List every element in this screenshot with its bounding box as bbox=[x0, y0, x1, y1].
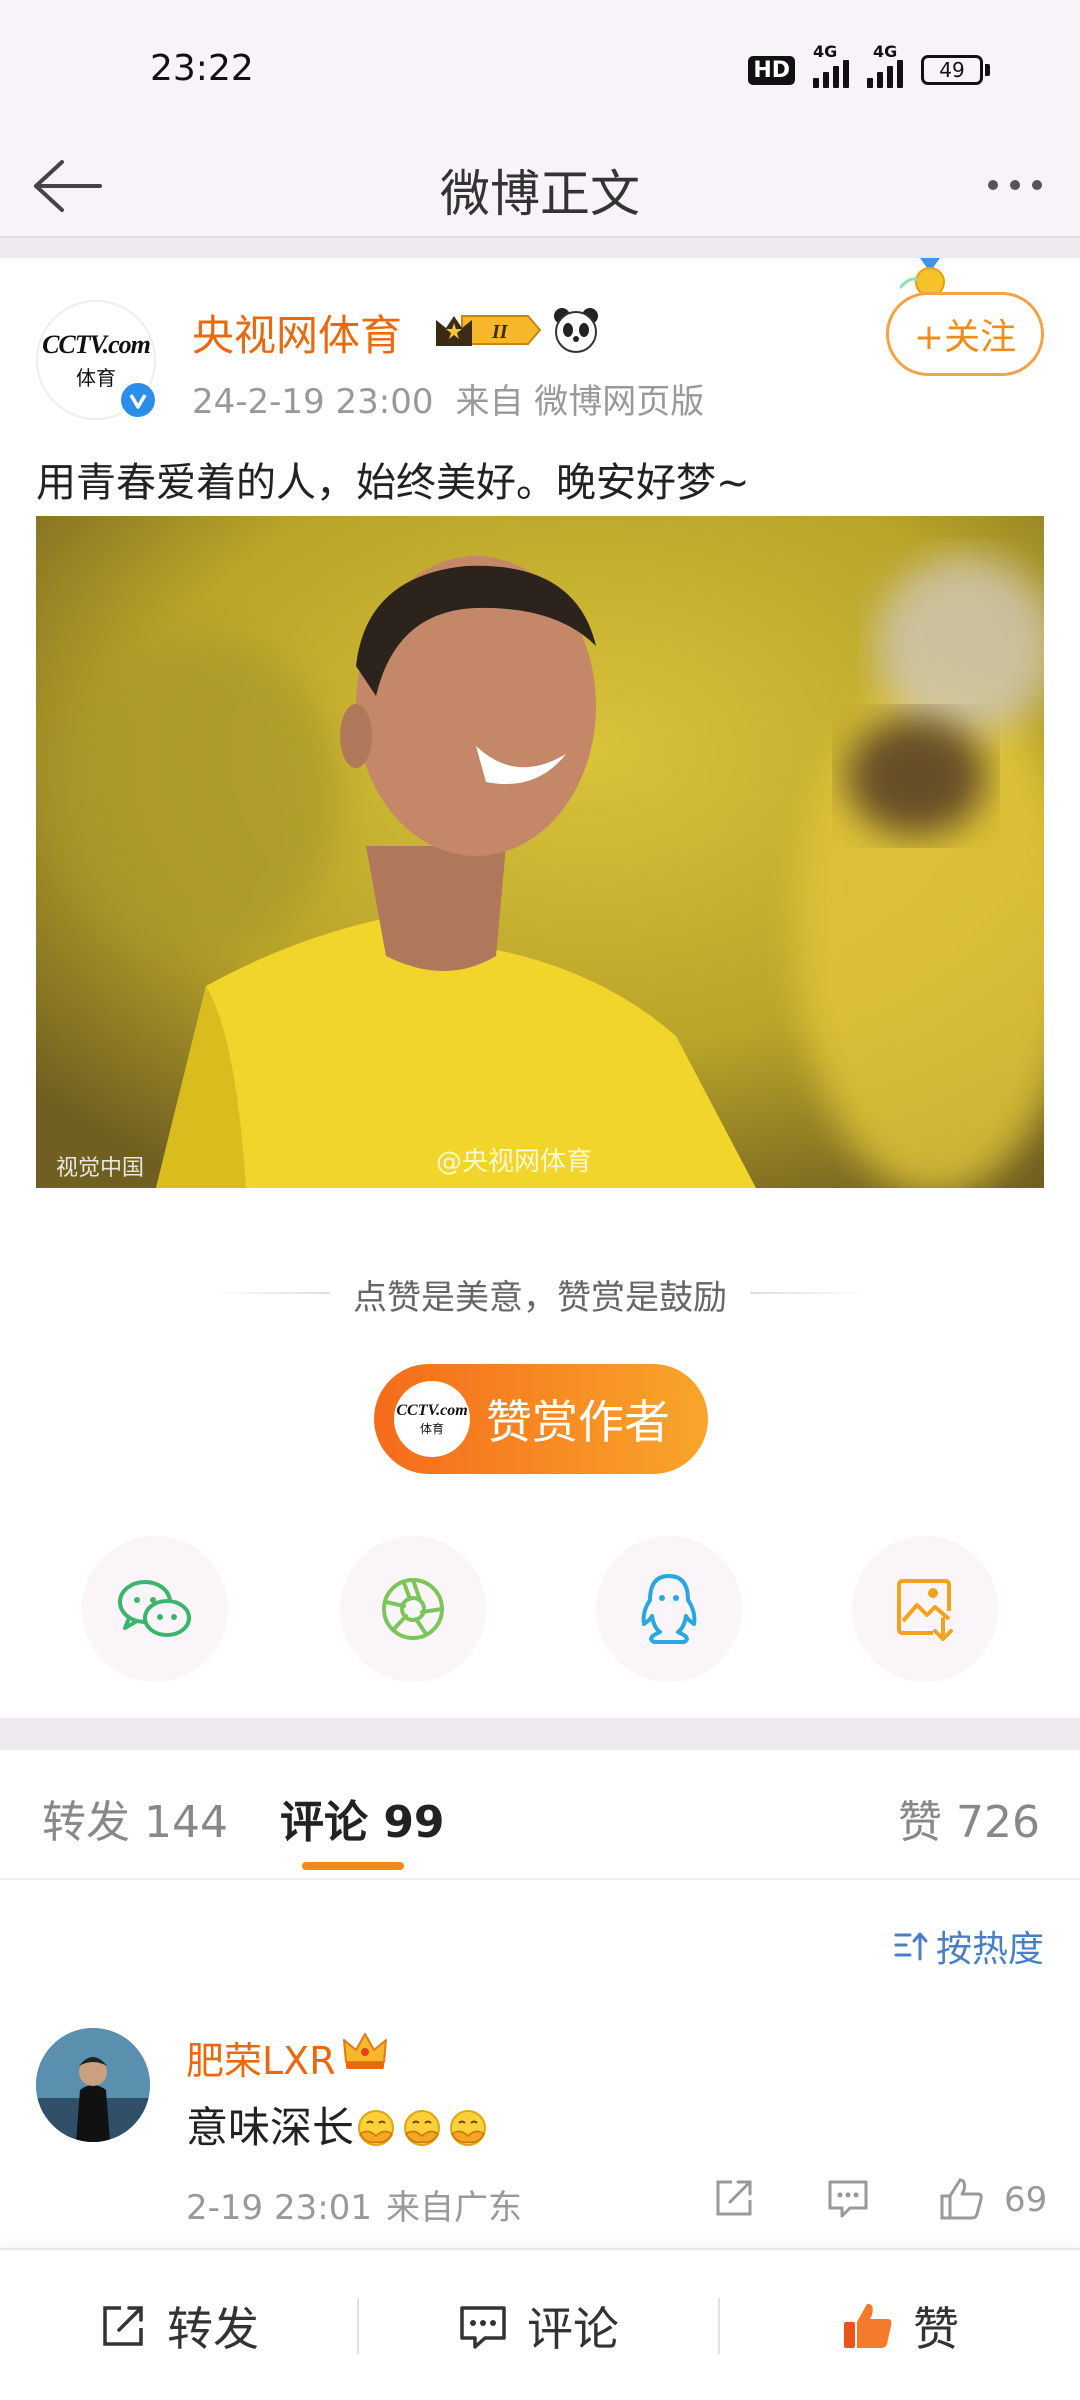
commenter-name[interactable]: 肥荣LXR bbox=[186, 2030, 336, 2085]
comment-like-button[interactable] bbox=[938, 2176, 986, 2226]
comment-body: 意味深长 bbox=[186, 2103, 355, 2152]
comment-time: 2-19 23:01 bbox=[186, 2188, 372, 2228]
follow-button[interactable]: +关注 bbox=[886, 292, 1044, 376]
comment-text: 意味深长 bbox=[186, 2094, 492, 2155]
thumbs-up-icon bbox=[844, 2303, 892, 2348]
signal-2-icon: 4G bbox=[867, 42, 903, 88]
post-text: 用青春爱着的人，始终美好。晚安好梦~ bbox=[36, 460, 750, 506]
share-row bbox=[0, 1536, 1080, 1686]
avatar-sub-label: 体育 bbox=[76, 365, 116, 390]
reward-author-button[interactable]: CCTV.com 体育 赞赏作者 bbox=[374, 1364, 708, 1474]
comment-icon bbox=[460, 2306, 506, 2349]
section-divider bbox=[0, 1718, 1080, 1750]
hd-badge: HD bbox=[748, 55, 795, 85]
vip-crown-icon bbox=[342, 2030, 388, 2072]
header-divider bbox=[0, 236, 1080, 258]
verified-icon bbox=[118, 380, 158, 420]
like-button[interactable]: 赞 bbox=[720, 2250, 1080, 2400]
tab-comments[interactable]: 评论 99 bbox=[280, 1786, 445, 1850]
qq-icon bbox=[641, 1574, 697, 1644]
status-bar: 23:22 HD 4G 4G 49 bbox=[0, 0, 1080, 130]
repost-icon bbox=[103, 2306, 143, 2346]
comment-repost-button[interactable] bbox=[712, 2176, 756, 2224]
comment-like-count: 69 bbox=[1004, 2180, 1048, 2220]
battery-level: 49 bbox=[921, 55, 983, 85]
vip-level-icon: II bbox=[432, 310, 542, 350]
dot-icon bbox=[988, 180, 998, 190]
commenter-avatar[interactable] bbox=[36, 2028, 150, 2142]
reward-logo-sub: 体育 bbox=[419, 1421, 444, 1436]
bottom-action-bar: 转发 评论 赞 bbox=[0, 2248, 1080, 2400]
save-image-button[interactable] bbox=[852, 1536, 998, 1682]
reward-avatar: CCTV.com 体育 bbox=[394, 1381, 470, 1457]
post-source: 来自 微博网页版 bbox=[455, 382, 705, 422]
share-moments-button[interactable] bbox=[340, 1536, 486, 1682]
covering-mouth-emoji-icon bbox=[404, 2110, 441, 2146]
share-qq-button[interactable] bbox=[596, 1536, 742, 1682]
comment-button[interactable]: 评论 bbox=[359, 2250, 717, 2400]
tagline-right-rule bbox=[750, 1292, 870, 1294]
page-title: 微博正文 bbox=[440, 165, 640, 223]
photo-illustration bbox=[36, 516, 1044, 1188]
top-nav: 微博正文 bbox=[0, 130, 1080, 240]
reward-button-label: 赞赏作者 bbox=[486, 1395, 670, 1449]
post-image[interactable]: 视觉中国 @央视网体育 bbox=[36, 516, 1044, 1188]
signal-1-label: 4G bbox=[813, 42, 838, 61]
save-image-icon bbox=[897, 1579, 953, 1641]
active-tab-indicator bbox=[302, 1862, 404, 1870]
tab-likes[interactable]: 赞 726 bbox=[898, 1786, 1040, 1850]
comment-reply-button[interactable] bbox=[826, 2176, 870, 2224]
repost-icon bbox=[716, 2180, 752, 2216]
sort-icon bbox=[894, 1932, 928, 1961]
signal-2-label: 4G bbox=[873, 42, 898, 61]
signal-1-icon: 4G bbox=[813, 42, 849, 88]
sort-label: 按热度 bbox=[935, 1929, 1044, 1970]
thumbs-up-icon bbox=[940, 2178, 983, 2220]
panda-icon bbox=[552, 306, 600, 354]
comment-label: 评论 bbox=[527, 2302, 619, 2356]
svg-text:II: II bbox=[491, 321, 509, 343]
covering-mouth-emoji-icon bbox=[450, 2110, 487, 2146]
sort-by-hot-button[interactable]: 按热度 bbox=[894, 1920, 1044, 1972]
image-watermark: @央视网体育 bbox=[436, 1147, 593, 1177]
post-meta: 24-2-19 23:00 来自 微博网页版 bbox=[192, 374, 726, 423]
like-label: 赞 bbox=[913, 2302, 959, 2356]
wechat-icon bbox=[118, 1580, 191, 1637]
tab-reposts[interactable]: 转发 144 bbox=[42, 1786, 228, 1850]
status-time: 23:22 bbox=[150, 48, 254, 89]
cctv-logo: CCTV.com bbox=[42, 329, 151, 359]
dot-icon bbox=[1010, 180, 1020, 190]
author-name[interactable]: 央视网体育 bbox=[192, 302, 402, 363]
moments-icon bbox=[382, 1578, 444, 1640]
more-options-button[interactable] bbox=[970, 150, 1060, 220]
battery-icon: 49 bbox=[921, 55, 990, 85]
interaction-tabs: 转发 144 评论 99 赞 726 bbox=[0, 1750, 1080, 1880]
post-time: 24-2-19 23:00 bbox=[192, 382, 434, 422]
dot-icon bbox=[1032, 180, 1042, 190]
share-wechat-button[interactable] bbox=[82, 1536, 228, 1682]
repost-button[interactable]: 转发 bbox=[0, 2250, 356, 2400]
commenter-photo bbox=[36, 2028, 150, 2142]
reward-logo-text: CCTV.com bbox=[396, 1401, 468, 1419]
repost-label: 转发 bbox=[167, 2302, 259, 2356]
covering-mouth-emoji-icon bbox=[358, 2110, 395, 2146]
comment-meta: 2-19 23:01 来自广东 bbox=[186, 2180, 536, 2229]
comment-icon bbox=[828, 2180, 868, 2218]
image-credit: 视觉中国 bbox=[56, 1156, 145, 1181]
reward-tagline: 点赞是美意，赞赏是鼓励 bbox=[353, 1278, 727, 1318]
comment-location: 来自广东 bbox=[385, 2188, 522, 2228]
status-icons: HD 4G 4G 49 bbox=[748, 42, 990, 88]
